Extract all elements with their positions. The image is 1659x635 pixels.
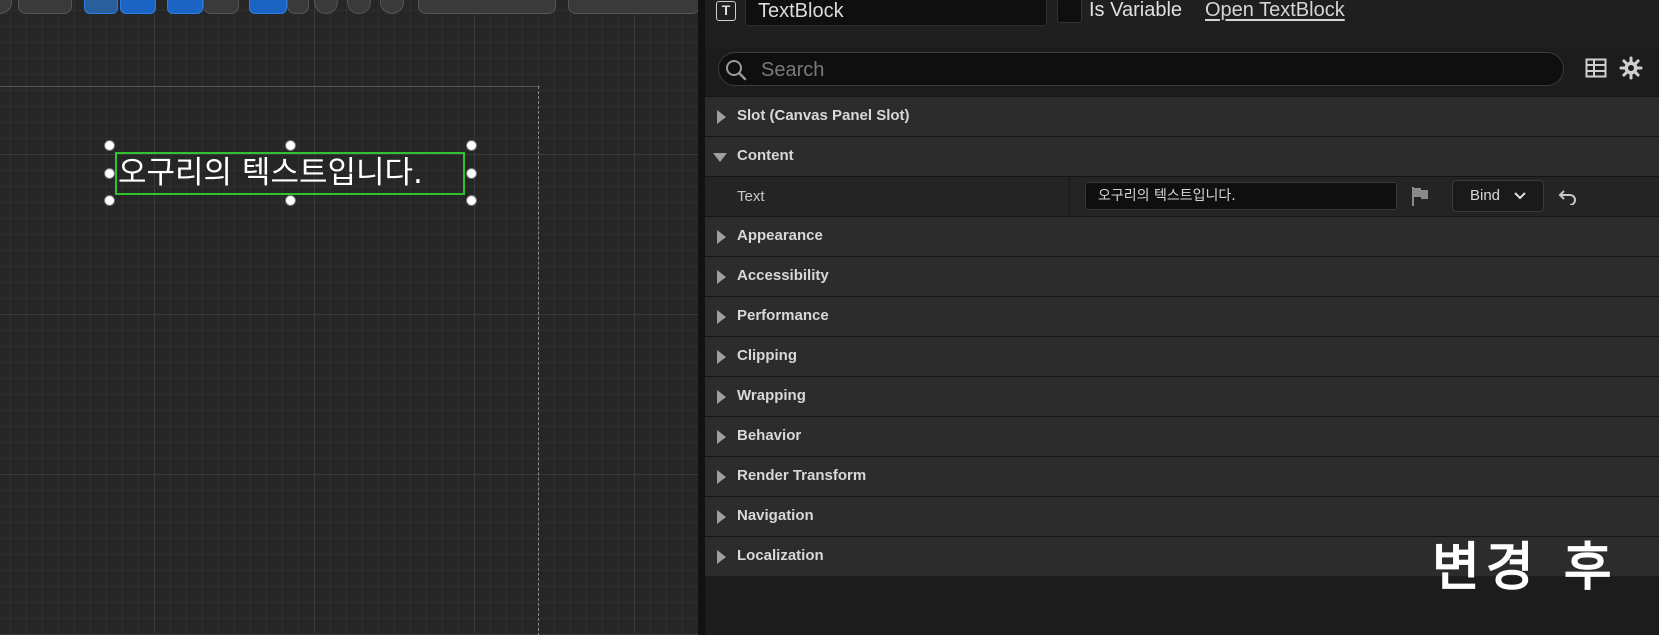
resize-handle-bottom-right[interactable]: [466, 195, 477, 206]
is-variable-label: Is Variable: [1089, 0, 1183, 21]
flag-icon[interactable]: [1409, 185, 1431, 207]
search-box[interactable]: [718, 52, 1564, 87]
expand-arrow-icon[interactable]: [717, 430, 726, 444]
gear-icon[interactable]: [1619, 56, 1643, 80]
text-value-field[interactable]: 오구리의 텍스트입니다.: [1085, 182, 1397, 210]
category-label: Navigation: [737, 507, 814, 524]
toolbar-toggle-b[interactable]: [120, 0, 156, 14]
toolbar-toggle-c[interactable]: [167, 0, 203, 14]
toolbar-button-partial[interactable]: [0, 0, 12, 14]
expand-arrow-icon[interactable]: [717, 350, 726, 364]
expand-arrow-icon[interactable]: [717, 390, 726, 404]
category-behavior[interactable]: Behavior: [705, 416, 1659, 456]
table-view-icon[interactable]: [1585, 57, 1607, 79]
search-input[interactable]: [759, 53, 1553, 87]
category-clipping[interactable]: Clipping: [705, 336, 1659, 376]
category-label: Slot (Canvas Panel Slot): [737, 107, 910, 124]
resize-handle-top-right[interactable]: [466, 140, 477, 151]
category-appearance[interactable]: Appearance: [705, 216, 1659, 256]
category-accessibility[interactable]: Accessibility: [705, 256, 1659, 296]
expand-arrow-icon[interactable]: [717, 110, 726, 124]
resize-handle-left[interactable]: [104, 168, 115, 179]
screen-bounds-top: [0, 86, 540, 87]
toolbar-circle-c[interactable]: [380, 0, 404, 14]
property-label-text: Text: [737, 188, 765, 205]
category-label: Localization: [737, 547, 824, 564]
category-label: Appearance: [737, 227, 823, 244]
category-label: Clipping: [737, 347, 797, 364]
collapse-arrow-icon[interactable]: [713, 153, 727, 162]
text-block-icon: T: [716, 1, 736, 21]
property-row-text: Text 오구리의 텍스트입니다. Bind: [705, 176, 1659, 216]
search-icon: [726, 60, 747, 81]
bind-dropdown-button[interactable]: Bind: [1452, 180, 1544, 212]
toolbar-toggle-a[interactable]: [84, 0, 118, 14]
category-label: Render Transform: [737, 467, 867, 484]
toolbar-resolution-dropdown[interactable]: [418, 0, 556, 14]
category-label: Wrapping: [737, 387, 806, 404]
category-content[interactable]: Content: [705, 136, 1659, 176]
toolbar-toggle-d[interactable]: [249, 0, 287, 14]
category-performance[interactable]: Performance: [705, 296, 1659, 336]
expand-arrow-icon[interactable]: [717, 230, 726, 244]
designer-canvas[interactable]: 오구리의 텍스트입니다.: [0, 0, 698, 635]
resize-handle-top-left[interactable]: [104, 140, 115, 151]
toolbar-option-d[interactable]: [287, 0, 309, 14]
category-label: Accessibility: [737, 267, 829, 284]
widget-name-field[interactable]: TextBlock: [745, 0, 1047, 26]
panel-splitter[interactable]: [698, 0, 705, 635]
toolbar-option-c[interactable]: [203, 0, 239, 14]
category-render-transform[interactable]: Render Transform: [705, 456, 1659, 496]
toolbar-dropdown[interactable]: [18, 0, 72, 14]
toolbar-circle-b[interactable]: [347, 0, 371, 14]
expand-arrow-icon[interactable]: [717, 310, 726, 324]
open-widget-link[interactable]: Open TextBlock: [1205, 0, 1345, 22]
bind-label: Bind: [1470, 187, 1501, 204]
expand-arrow-icon[interactable]: [717, 470, 726, 484]
category-wrapping[interactable]: Wrapping: [705, 376, 1659, 416]
expand-arrow-icon[interactable]: [717, 510, 726, 524]
category-slot[interactable]: Slot (Canvas Panel Slot): [705, 96, 1659, 136]
category-label: Content: [737, 147, 794, 164]
resize-handle-bottom[interactable]: [285, 195, 296, 206]
toolbar-circle-a[interactable]: [314, 0, 338, 14]
canvas-toolbar: [0, 0, 698, 14]
resize-handle-right[interactable]: [466, 168, 477, 179]
is-variable-checkbox[interactable]: [1057, 0, 1082, 23]
category-label: Behavior: [737, 427, 802, 444]
expand-arrow-icon[interactable]: [717, 550, 726, 564]
category-label: Performance: [737, 307, 829, 324]
expand-arrow-icon[interactable]: [717, 270, 726, 284]
details-header: T TextBlock Is Variable Open TextBlock: [705, 0, 1659, 48]
overlay-caption: 변경 후: [1432, 538, 1618, 598]
reset-arrow-icon[interactable]: [1558, 187, 1578, 205]
resize-handle-top[interactable]: [285, 140, 296, 151]
resize-handle-bottom-left[interactable]: [104, 195, 115, 206]
toolbar-screen-size-dropdown[interactable]: [568, 0, 698, 14]
chevron-down-icon: [1514, 192, 1526, 200]
property-column-splitter[interactable]: [1069, 177, 1070, 215]
screen-bounds-right: [538, 86, 539, 635]
widget-text-preview[interactable]: 오구리의 텍스트입니다.: [118, 152, 423, 194]
